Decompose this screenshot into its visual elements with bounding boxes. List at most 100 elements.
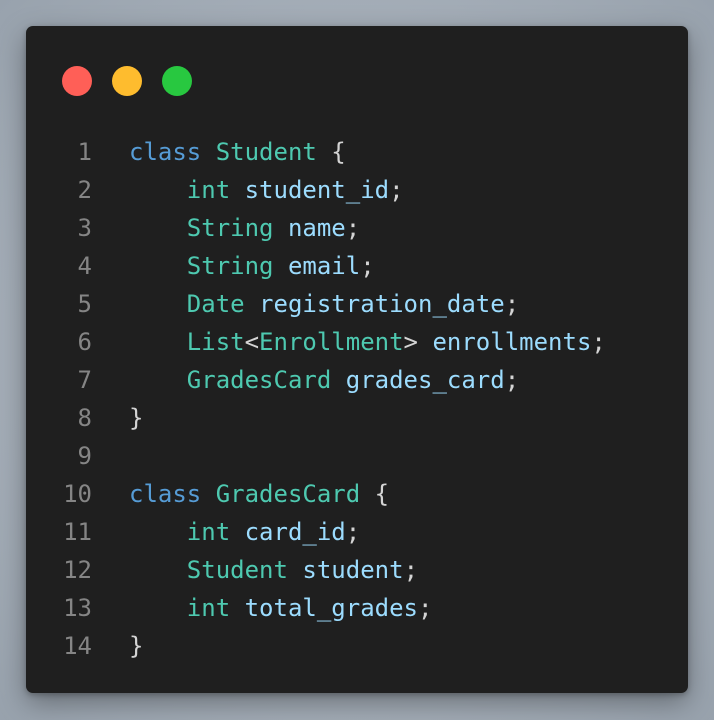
- close-dot-icon[interactable]: [62, 66, 92, 96]
- keyword-token: class: [129, 480, 202, 508]
- line-source: List<Enrollment> enrollments;: [129, 323, 606, 361]
- line-source: Student student;: [129, 551, 418, 589]
- type-token: int: [186, 518, 231, 546]
- type-token: int: [186, 176, 231, 204]
- identifier-token: student: [302, 556, 404, 584]
- code-line: 13 int total_grades;: [26, 589, 688, 627]
- punctuation-token: }: [129, 632, 144, 660]
- type-token: String: [186, 214, 274, 242]
- line-number: 4: [77, 252, 92, 280]
- line-number: 1: [77, 138, 92, 166]
- line-number: 11: [63, 518, 92, 546]
- punctuation-token: >: [403, 328, 418, 356]
- line-number: 6: [77, 328, 92, 356]
- type-token: List: [186, 328, 245, 356]
- line-source: GradesCard grades_card;: [129, 361, 519, 399]
- punctuation-token: ;: [591, 328, 606, 356]
- line-number: 12: [63, 556, 92, 584]
- line-number: 7: [77, 366, 92, 394]
- punctuation-token: }: [129, 404, 144, 432]
- code-line: 5 Date registration_date;: [26, 285, 688, 323]
- line-number: 3: [77, 214, 92, 242]
- type-token: GradesCard: [186, 366, 332, 394]
- code-line: 6 List<Enrollment> enrollments;: [26, 323, 688, 361]
- type-token: String: [186, 252, 274, 280]
- identifier-token: enrollments: [432, 328, 592, 356]
- keyword-token: class: [129, 138, 202, 166]
- type-token: Date: [186, 290, 245, 318]
- minimize-dot-icon[interactable]: [112, 66, 142, 96]
- line-source: String email;: [129, 247, 375, 285]
- type-token: Student: [215, 138, 317, 166]
- line-source: int student_id;: [129, 171, 404, 209]
- code-line: 1 class Student {: [26, 133, 688, 171]
- punctuation-token: ;: [345, 214, 361, 242]
- line-number: 14: [63, 632, 92, 660]
- punctuation-token: <: [244, 328, 260, 356]
- punctuation-token: ;: [504, 366, 520, 394]
- maximize-dot-icon[interactable]: [162, 66, 192, 96]
- code-line: 10 class GradesCard {: [26, 475, 688, 513]
- line-source: Date registration_date;: [129, 285, 519, 323]
- code-line: 12 Student student;: [26, 551, 688, 589]
- identifier-token: email: [287, 252, 361, 280]
- line-number: 9: [77, 442, 92, 470]
- punctuation-token: {: [360, 480, 390, 508]
- line-source: }: [129, 627, 143, 665]
- type-token: int: [186, 594, 231, 622]
- line-source: class Student {: [129, 133, 346, 171]
- code-line: 7 GradesCard grades_card;: [26, 361, 688, 399]
- punctuation-token: {: [316, 138, 346, 166]
- code-block: 1 class Student {2 int student_id; 3 Strin…: [26, 133, 688, 665]
- code-line: 14}: [26, 627, 688, 665]
- punctuation-token: ;: [389, 176, 404, 204]
- line-source: int card_id;: [129, 513, 360, 551]
- type-token: GradesCard: [215, 480, 361, 508]
- line-number: 2: [77, 176, 92, 204]
- identifier-token: grades_card: [345, 366, 505, 394]
- identifier-token: registration_date: [259, 290, 505, 318]
- line-number: 5: [77, 290, 92, 318]
- line-number: 8: [77, 404, 92, 432]
- punctuation-token: ;: [360, 252, 375, 280]
- code-line: 2 int student_id;: [26, 171, 688, 209]
- line-source: }: [129, 399, 143, 437]
- line-source: String name;: [129, 209, 360, 247]
- identifier-token: name: [287, 214, 346, 242]
- code-line: 11 int card_id;: [26, 513, 688, 551]
- line-number: 10: [63, 480, 92, 508]
- code-window: 1 class Student {2 int student_id; 3 Strin…: [26, 26, 688, 693]
- code-line: 8}: [26, 399, 688, 437]
- identifier-token: card_id: [244, 518, 346, 546]
- line-number: 13: [63, 594, 92, 622]
- code-line: 9: [26, 437, 688, 475]
- code-line: 4 String email;: [26, 247, 688, 285]
- punctuation-token: ;: [504, 290, 520, 318]
- line-source: int total_grades;: [129, 589, 433, 627]
- type-token: Enrollment: [259, 328, 404, 356]
- type-token: Student: [186, 556, 288, 584]
- punctuation-token: ;: [403, 556, 419, 584]
- punctuation-token: ;: [345, 518, 361, 546]
- identifier-token: student_id: [244, 176, 390, 204]
- identifier-token: total_grades: [244, 594, 418, 622]
